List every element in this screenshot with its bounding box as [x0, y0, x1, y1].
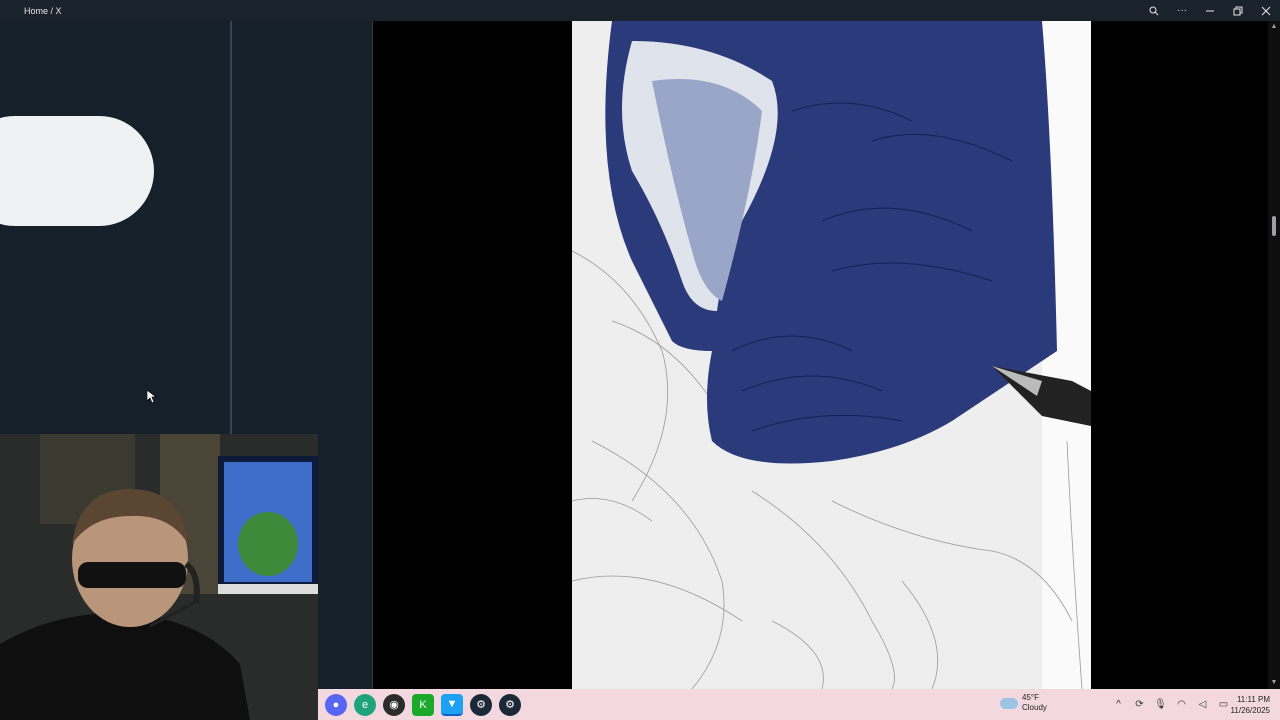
volume-icon[interactable]: ◁: [1192, 699, 1213, 710]
drawing-image: [572, 21, 1091, 689]
steam-icon[interactable]: ⚙: [499, 693, 521, 716]
wifi-icon[interactable]: ◠: [1171, 699, 1192, 710]
edge-icon[interactable]: e: [354, 693, 376, 716]
clock[interactable]: 11:11 PM 11/26/2025: [1231, 694, 1270, 716]
cloud-icon: [1000, 697, 1018, 709]
webcam-overlay: [0, 434, 318, 720]
scroll-thumb[interactable]: [1272, 216, 1276, 236]
mouse-cursor-icon: [147, 390, 157, 404]
discord-icon[interactable]: ●: [325, 693, 347, 716]
window-title: Home / X: [24, 5, 62, 16]
microphone-icon[interactable]: 🎙: [1150, 699, 1171, 710]
left-sidebar: [0, 21, 230, 434]
taskbar: ● e ◉ K ▼ ⚙ ⚙ 45°F Cloudy ^ ⟳ 🎙 ◠ ◁ ▭ 11…: [318, 689, 1280, 720]
more-icon[interactable]: ···: [1168, 0, 1196, 21]
weather-temp: 45°F: [1022, 693, 1039, 702]
vertical-scrollbar[interactable]: ▲ ▼: [1268, 21, 1280, 689]
weather-widget[interactable]: 45°F Cloudy: [1000, 693, 1047, 713]
minimize-icon[interactable]: [1196, 0, 1224, 21]
twitter-icon[interactable]: ▼: [441, 693, 463, 716]
zoom-icon[interactable]: [1140, 0, 1168, 21]
krita-icon[interactable]: K: [412, 693, 434, 716]
restore-icon[interactable]: [1224, 0, 1252, 21]
window-controls: ···: [1140, 0, 1280, 21]
clock-time: 11:11 PM: [1236, 695, 1270, 704]
clock-date: 11/26/2025: [1230, 706, 1270, 715]
sync-icon[interactable]: ⟳: [1129, 699, 1150, 710]
system-tray: ^ ⟳ 🎙 ◠ ◁ ▭: [1108, 689, 1234, 720]
steam-icon[interactable]: ⚙: [470, 693, 492, 716]
media-viewer[interactable]: [373, 21, 1268, 689]
obs-icon[interactable]: ◉: [383, 693, 405, 716]
close-icon[interactable]: [1252, 0, 1280, 21]
scroll-down-icon[interactable]: ▼: [1270, 679, 1278, 687]
weather-condition: Cloudy: [1022, 703, 1047, 712]
scroll-up-icon[interactable]: ▲: [1270, 23, 1278, 31]
pill-button[interactable]: [0, 116, 154, 226]
title-bar: Home / X ···: [0, 0, 1280, 21]
chevron-up-icon[interactable]: ^: [1108, 699, 1129, 710]
